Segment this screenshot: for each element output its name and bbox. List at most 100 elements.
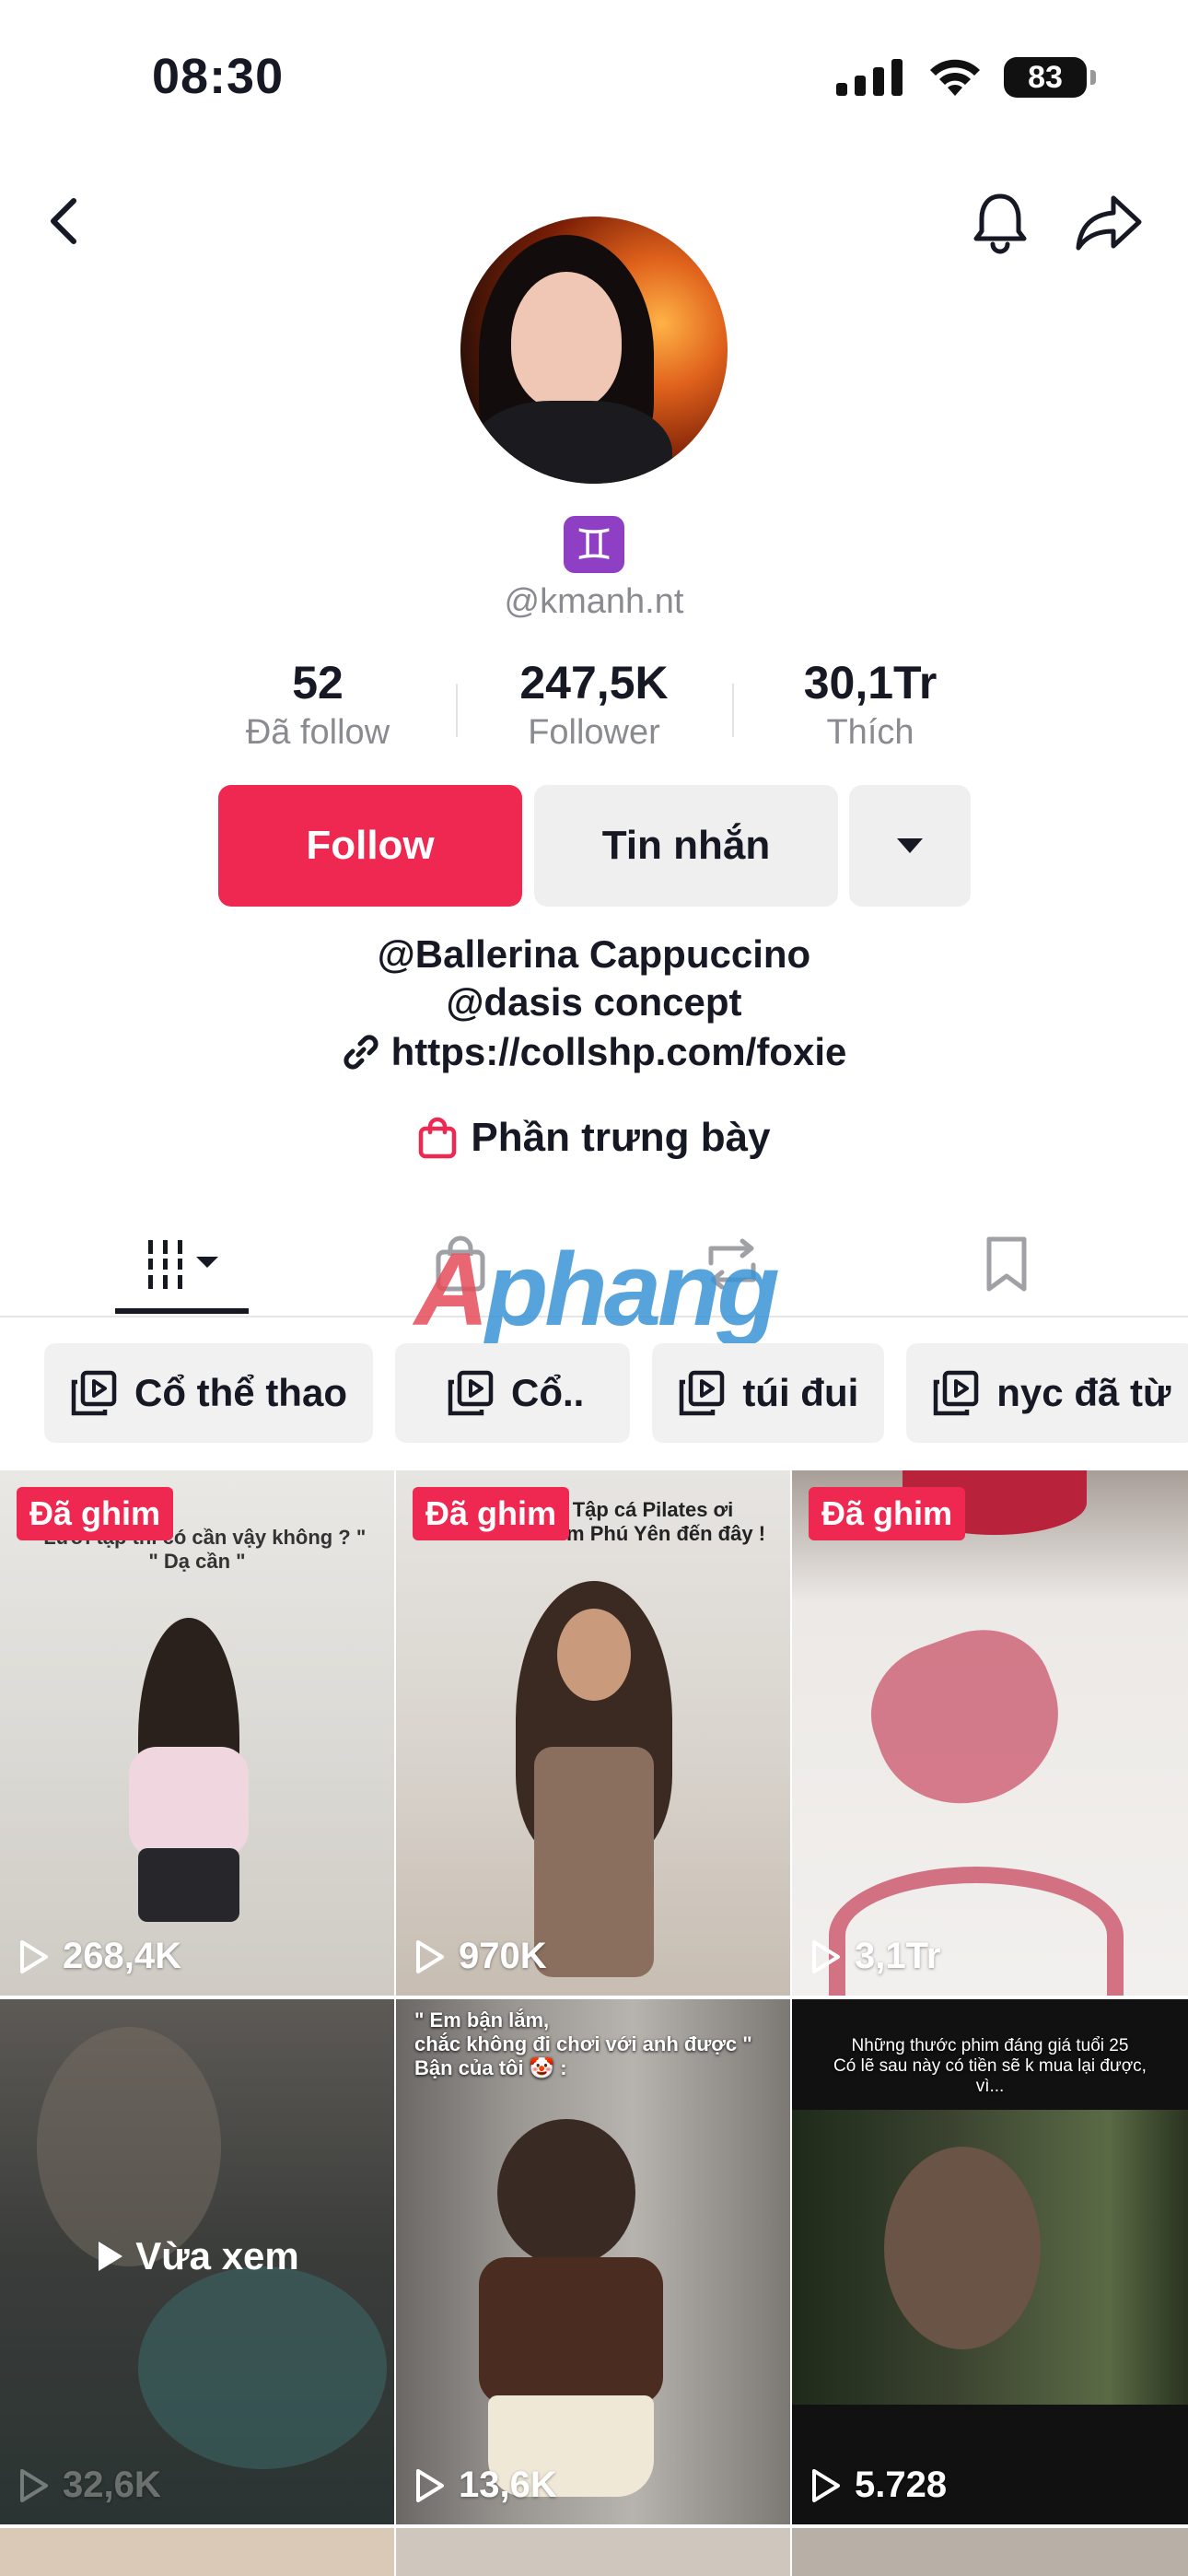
video-tile[interactable]: " Em bận lắm, chắc không đi chơi với anh… <box>396 1999 790 2524</box>
showcase-label: Phần trưng bày <box>471 1115 771 1160</box>
video-tile-partial[interactable] <box>0 2528 394 2576</box>
profile-username: @kmanh.nt <box>504 582 684 621</box>
battery-level: 83 <box>1028 59 1063 95</box>
stat-likes-label: Thích <box>826 713 914 752</box>
playlist-label: túi đui <box>742 1371 859 1414</box>
stat-following[interactable]: 52 Đã follow <box>180 656 456 753</box>
video-art-heart <box>852 1610 1082 1829</box>
playlist-row: Cổ thể thao Cổ.. túi đui nyc đã từ <box>44 1343 1188 1443</box>
avatar-face <box>511 272 622 410</box>
status-bar: 08:30 83 <box>0 0 1188 157</box>
pinned-badge: Đã ghim <box>413 1487 570 1540</box>
video-subject-shorts <box>138 1848 239 1922</box>
play-icon <box>812 2468 840 2502</box>
view-count-value: 32,6K <box>63 2465 161 2505</box>
video-subject <box>497 2119 635 2266</box>
bio-line-1[interactable]: @Ballerina Cappuccino <box>0 932 1188 977</box>
caret-down-icon <box>897 838 923 853</box>
playlist-label: Cổ.. <box>510 1371 585 1414</box>
active-tab-indicator <box>115 1308 249 1314</box>
view-count-value: 970K <box>459 1936 547 1976</box>
playlist-icon <box>71 1370 117 1416</box>
video-tile[interactable]: Tập cá Pilates ơi Đem Phú Yên đến đây ! … <box>396 1470 790 1996</box>
zodiac-badge: ♊ <box>564 516 624 573</box>
video-tile[interactable]: " Lười tập thì có cần vậy không ? " " Dạ… <box>0 1470 394 1996</box>
view-count: 970K <box>413 1936 547 1977</box>
signal-icon <box>836 59 903 96</box>
video-flowers <box>138 2266 387 2469</box>
avatar[interactable] <box>460 217 728 484</box>
bio-link-text: https://collshp.com/foxie <box>390 1030 847 1073</box>
play-icon <box>812 1939 840 1973</box>
playlist-chip[interactable]: nyc đã từ <box>906 1343 1188 1443</box>
playlist-chip[interactable]: Cổ.. <box>394 1343 631 1443</box>
video-subject-outfit <box>534 1747 654 1977</box>
view-count: 32,6K <box>17 2465 161 2506</box>
back-icon[interactable] <box>37 193 92 249</box>
video-subject-face <box>557 1609 631 1701</box>
follow-button[interactable]: Follow <box>218 785 522 907</box>
bio-line-2[interactable]: @dasis concept <box>0 980 1188 1025</box>
tab-videos[interactable] <box>138 1227 230 1301</box>
view-count: 13,6K <box>413 2465 557 2506</box>
next-row-partial <box>0 2528 1188 2576</box>
play-icon <box>416 2468 444 2502</box>
share-icon[interactable] <box>1073 189 1145 255</box>
more-options-button[interactable] <box>849 785 971 907</box>
watermark-part1: A <box>414 1232 489 1347</box>
playlist-chip[interactable]: Cổ thể thao <box>44 1343 373 1443</box>
bell-icon[interactable] <box>967 189 1033 255</box>
play-icon <box>20 2468 48 2502</box>
pinned-badge: Đã ghim <box>809 1487 966 1540</box>
playlist-label: Cổ thể thao <box>134 1371 347 1414</box>
message-button[interactable]: Tin nhắn <box>534 785 838 907</box>
playlist-icon <box>448 1370 494 1416</box>
stat-following-label: Đã follow <box>245 713 390 752</box>
play-filled-icon <box>99 2242 123 2271</box>
stat-following-value: 52 <box>292 657 344 708</box>
stat-followers-value: 247,5K <box>519 657 669 708</box>
play-icon <box>416 1939 444 1973</box>
video-tile-partial[interactable] <box>396 2528 790 2576</box>
video-subject <box>884 2147 1041 2349</box>
tab-saved[interactable] <box>961 1227 1053 1301</box>
playlist-label: nyc đã từ <box>996 1371 1171 1414</box>
view-count: 5.728 <box>809 2465 947 2506</box>
playlist-icon <box>934 1370 979 1416</box>
bio-link[interactable]: https://collshp.com/foxie <box>0 1030 1188 1074</box>
video-tile[interactable]: Những thước phim đáng giá tuổi 25 Có lẽ … <box>792 1999 1188 2524</box>
video-caption: Những thước phim đáng giá tuổi 25 Có lẽ … <box>833 2036 1147 2096</box>
video-subject-top <box>129 1747 249 1857</box>
view-count-value: 5.728 <box>855 2465 948 2505</box>
video-tile-partial[interactable] <box>792 2528 1188 2576</box>
video-grid: " Lười tập thì có cần vậy không ? " " Dạ… <box>0 1470 1188 2524</box>
video-subject-top <box>479 2257 663 2405</box>
watermark-logo: Aphang <box>414 1230 780 1349</box>
play-icon <box>20 1939 48 1973</box>
recently-watched-label: Vừa xem <box>135 2234 299 2277</box>
video-tile[interactable]: Đã ghim 3,1Tr <box>792 1470 1188 1996</box>
avatar-body <box>470 401 672 484</box>
video-caption: " Em bận lắm, chắc không đi chơi với anh… <box>414 2008 752 2079</box>
video-subject <box>37 2027 221 2266</box>
bookmark-icon <box>986 1236 1027 1292</box>
videos-grid-icon <box>148 1240 218 1289</box>
stat-likes-value: 30,1Tr <box>803 657 938 708</box>
showcase-link[interactable]: Phần trưng bày <box>0 1115 1188 1161</box>
view-count-value: 3,1Tr <box>855 1936 941 1976</box>
battery-indicator: 83 <box>1004 57 1096 98</box>
link-icon <box>344 1035 379 1070</box>
view-count-value: 268,4K <box>63 1936 181 1976</box>
video-tile[interactable]: Vừa xem 32,6K <box>0 1999 394 2524</box>
status-icons: 83 <box>836 57 1096 98</box>
view-count-value: 13,6K <box>459 2465 557 2505</box>
watermark-part2: phang <box>484 1232 780 1347</box>
stat-followers-label: Follower <box>528 713 660 752</box>
wifi-icon <box>930 59 980 96</box>
playlist-icon <box>680 1370 725 1416</box>
shopping-bag-icon <box>419 1117 457 1159</box>
status-time: 08:30 <box>152 49 285 104</box>
playlist-chip[interactable]: túi đui <box>652 1343 885 1443</box>
stat-likes[interactable]: 30,1Tr Thích <box>732 656 1008 753</box>
stat-followers[interactable]: 247,5K Follower <box>456 656 732 753</box>
